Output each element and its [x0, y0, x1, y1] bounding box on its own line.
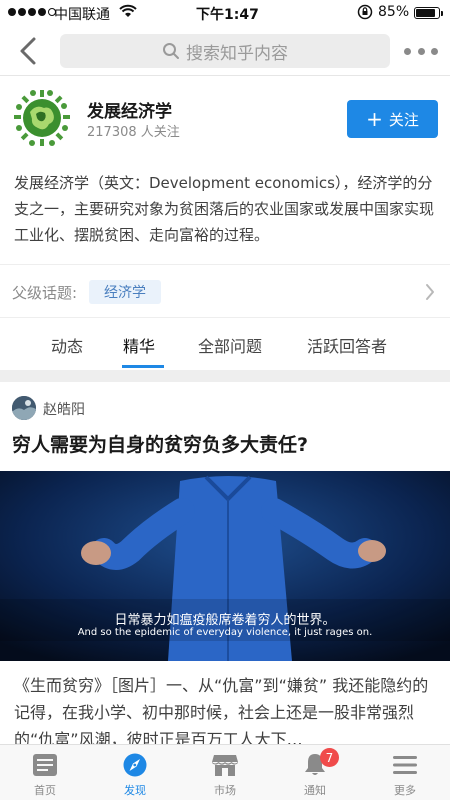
tab-active-answerers[interactable]: 活跃回答者	[307, 333, 387, 357]
more-dot	[431, 47, 438, 55]
author-name[interactable]: 赵皓阳	[43, 399, 85, 419]
status-time: 下午1:47	[196, 7, 259, 23]
more-dot	[417, 47, 425, 55]
carrier-name: 中国联通	[54, 7, 110, 23]
tabbar-label: 市场	[214, 784, 236, 797]
video-subtitle-english: And so the epidemic of everyday violence…	[77, 627, 373, 638]
rotation-lock-icon	[357, 4, 373, 24]
top-nav-bar: 搜索知乎内容	[0, 26, 450, 76]
tab-all-questions[interactable]: 全部问题	[198, 333, 262, 357]
parent-topic-label: 父级话题:	[12, 284, 78, 302]
tabbar-item-notifications[interactable]: 7 通知	[270, 745, 360, 800]
home-doc-icon	[33, 754, 57, 776]
active-tab-indicator	[122, 365, 164, 368]
topic-follower-count: 217308 人关注	[87, 125, 180, 140]
wifi-icon	[119, 4, 137, 22]
topic-description: 发展经济学（英文：Development economics），经济学的分支之一…	[14, 174, 435, 244]
search-input[interactable]: 搜索知乎内容	[60, 34, 390, 68]
signal-strength-icon	[8, 8, 56, 16]
battery-percent: 85%	[378, 4, 410, 20]
chevron-left-icon	[20, 37, 36, 65]
battery-icon	[414, 7, 440, 19]
search-placeholder: 搜索知乎内容	[186, 43, 288, 64]
question-title[interactable]: 穷人需要为自身的贫穷负多大责任?	[12, 430, 308, 457]
more-dot	[404, 47, 411, 55]
follow-label: 关注	[388, 110, 419, 129]
topic-logo	[12, 88, 72, 148]
battery-tip	[441, 11, 443, 16]
tabbar-item-more[interactable]: 更多	[360, 745, 450, 800]
topic-tabs: 动态 精华 全部问题 活跃回答者	[0, 318, 450, 370]
status-bar: 中国联通 下午1:47 85%	[0, 0, 450, 26]
parent-topic-row[interactable]: 父级话题: 经济学	[0, 264, 450, 318]
follow-button[interactable]: + 关注	[347, 100, 438, 138]
compass-icon	[123, 753, 147, 777]
topic-title: 发展经济学	[87, 102, 172, 122]
search-icon	[163, 43, 179, 59]
tabbar-item-home[interactable]: 首页	[0, 745, 90, 800]
tabbar-label: 通知	[304, 784, 326, 797]
avatar[interactable]	[12, 396, 36, 420]
parent-topic-tag[interactable]: 经济学	[89, 280, 161, 304]
notification-badge: 7	[320, 748, 339, 767]
video-subtitle-chinese: 日常暴力如瘟疫般席卷着穷人的世界。	[114, 613, 336, 628]
tabbar-item-market[interactable]: 市场	[180, 745, 270, 800]
answer-excerpt[interactable]: 《生而贫穷》［图片］一、从“仇富”到“嫌贫” 我还能隐约的记得，在我小学、初中那…	[14, 672, 436, 744]
menu-icon	[393, 756, 417, 774]
store-icon	[212, 755, 238, 776]
app-root: 中国联通 下午1:47 85% 搜索知乎内容 发展经济学 217308 人关注 …	[0, 0, 450, 800]
more-options-button[interactable]	[404, 42, 438, 60]
plus-icon: +	[366, 107, 383, 131]
bottom-tab-bar: 首页 发现 市场 7 通知 更多	[0, 744, 450, 800]
section-divider	[0, 370, 450, 382]
tab-featured[interactable]: 精华	[123, 333, 155, 357]
tab-activity[interactable]: 动态	[51, 333, 83, 357]
back-button[interactable]	[14, 34, 44, 68]
chevron-right-icon	[426, 284, 434, 300]
tabbar-label: 发现	[124, 784, 146, 797]
tabbar-label: 更多	[394, 784, 416, 797]
tabbar-item-discover[interactable]: 发现	[90, 745, 180, 800]
tabbar-label: 首页	[34, 784, 56, 797]
